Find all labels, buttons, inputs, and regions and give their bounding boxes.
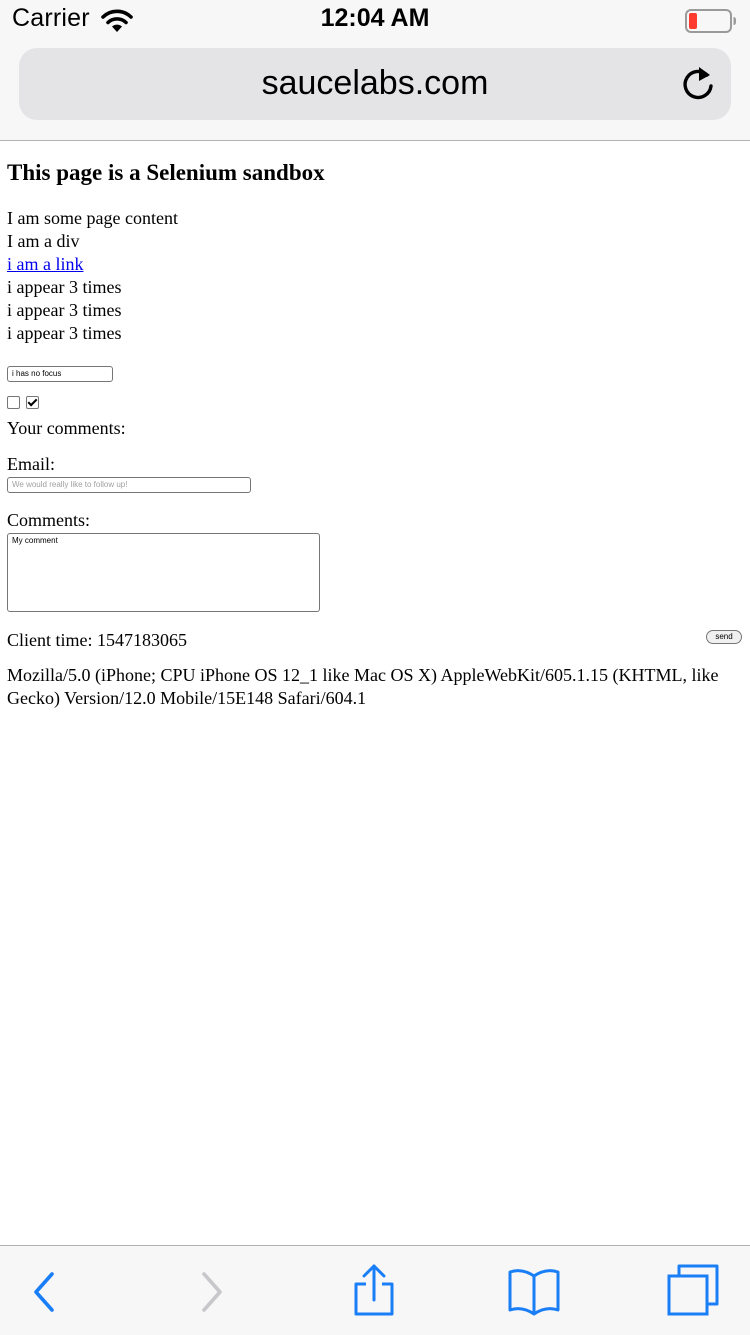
forward-icon: [196, 1264, 226, 1316]
repeated-text: i appear 3 times: [7, 300, 122, 320]
email-field[interactable]: We would really like to follow up!: [7, 477, 251, 493]
comments-textarea[interactable]: My comment: [7, 533, 320, 612]
reload-icon[interactable]: [680, 65, 716, 103]
client-time-row: Client time: 1547183065 send: [7, 629, 743, 652]
div-text: I am a div: [7, 231, 80, 251]
address-bar[interactable]: saucelabs.com: [19, 48, 731, 120]
page-content: This page is a Selenium sandbox I am som…: [7, 141, 743, 710]
user-agent-text: Mozilla/5.0 (iPhone; CPU iPhone OS 12_1 …: [7, 665, 719, 708]
sample-link[interactable]: i am a link: [7, 254, 83, 274]
bookmarks-icon[interactable]: [507, 1264, 561, 1316]
unchecked-checkbox[interactable]: [7, 396, 20, 409]
tabs-icon[interactable]: [667, 1264, 721, 1316]
email-label: Email:: [7, 454, 55, 474]
your-comments-label: Your comments:: [7, 418, 126, 438]
page-content-text: I am some page content: [7, 208, 178, 228]
repeated-text: i appear 3 times: [7, 323, 122, 343]
checkbox-group: [7, 396, 743, 410]
share-icon[interactable]: [352, 1264, 396, 1316]
battery-low-icon: [685, 9, 737, 33]
page-title: This page is a Selenium sandbox: [7, 160, 325, 185]
browser-toolbar: [0, 1245, 750, 1335]
status-bar: Carrier 12:04 AM: [0, 0, 750, 40]
back-icon[interactable]: [28, 1264, 58, 1316]
send-button[interactable]: send: [706, 630, 742, 644]
focus-input[interactable]: i has no focus: [7, 366, 113, 382]
client-time: Client time: 1547183065: [7, 630, 187, 650]
repeated-text: i appear 3 times: [7, 277, 122, 297]
comments-label: Comments:: [7, 510, 91, 530]
status-time: 12:04 AM: [320, 4, 430, 32]
checked-checkbox[interactable]: [26, 396, 39, 409]
browser-top-chrome: Carrier 12:04 AM saucelabs.com: [0, 0, 750, 141]
url-text[interactable]: saucelabs.com: [19, 64, 731, 103]
